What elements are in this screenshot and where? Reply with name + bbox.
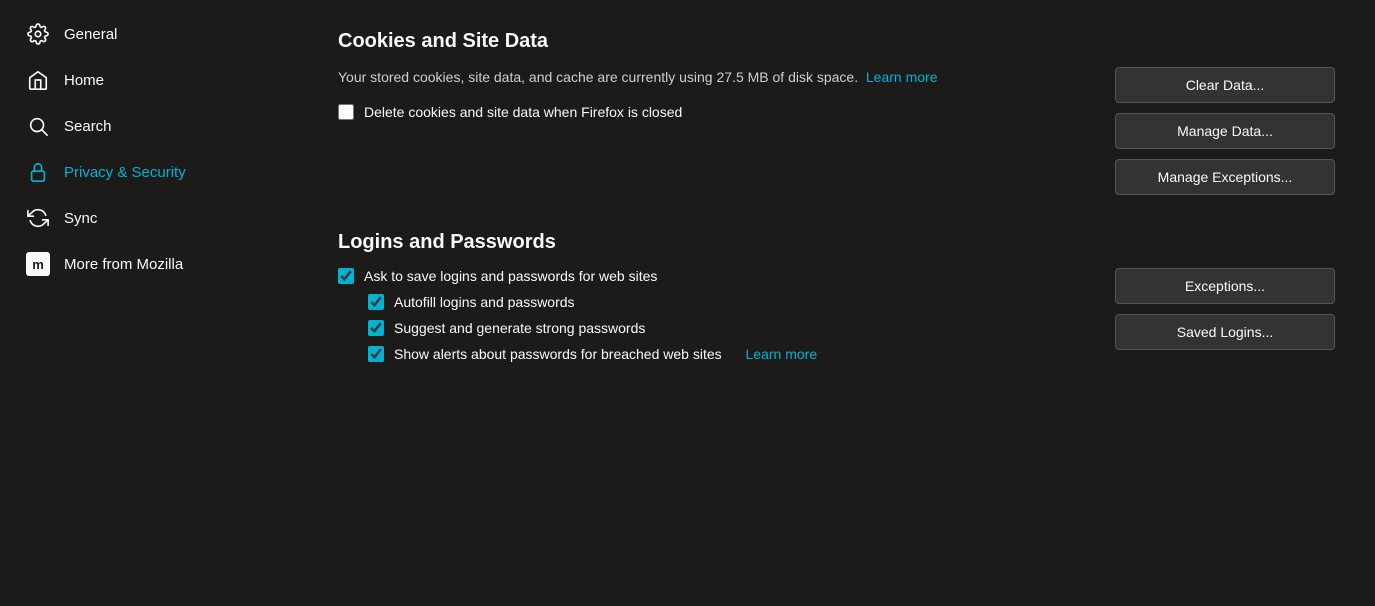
sync-icon xyxy=(26,206,50,230)
sidebar-item-home[interactable]: Home xyxy=(6,58,292,102)
manage-data-button[interactable]: Manage Data... xyxy=(1115,113,1335,149)
logins-section-row: Ask to save logins and passwords for web… xyxy=(338,268,1335,372)
delete-cookies-checkbox[interactable] xyxy=(338,104,354,120)
sidebar-item-label-privacy: Privacy & Security xyxy=(64,164,186,181)
sidebar: General Home Search Privacy & Se xyxy=(0,0,298,606)
gear-icon xyxy=(26,22,50,46)
logins-section-left: Ask to save logins and passwords for web… xyxy=(338,268,1095,372)
cookies-section: Cookies and Site Data Your stored cookie… xyxy=(338,30,1335,195)
sidebar-item-label-sync: Sync xyxy=(64,210,97,227)
cookies-section-title: Cookies and Site Data xyxy=(338,30,1335,53)
clear-data-button[interactable]: Clear Data... xyxy=(1115,67,1335,103)
delete-cookies-label[interactable]: Delete cookies and site data when Firefo… xyxy=(364,104,682,120)
alerts-row: Show alerts about passwords for breached… xyxy=(368,346,1095,362)
alerts-checkbox[interactable] xyxy=(368,346,384,362)
sidebar-item-general[interactable]: General xyxy=(6,12,292,56)
cookies-description: Your stored cookies, site data, and cach… xyxy=(338,67,1038,88)
sidebar-item-search[interactable]: Search xyxy=(6,104,292,148)
cookies-section-left: Your stored cookies, site data, and cach… xyxy=(338,67,1095,130)
delete-cookies-row: Delete cookies and site data when Firefo… xyxy=(338,104,1095,120)
sidebar-item-sync[interactable]: Sync xyxy=(6,196,292,240)
search-icon xyxy=(26,114,50,138)
suggest-label[interactable]: Suggest and generate strong passwords xyxy=(394,320,645,336)
autofill-row: Autofill logins and passwords xyxy=(368,294,1095,310)
autofill-label[interactable]: Autofill logins and passwords xyxy=(394,294,575,310)
ask-save-row: Ask to save logins and passwords for web… xyxy=(338,268,1095,284)
cookies-desc-text: Your stored cookies, site data, and cach… xyxy=(338,69,858,85)
sidebar-item-label-general: General xyxy=(64,26,117,43)
alerts-label[interactable]: Show alerts about passwords for breached… xyxy=(394,346,722,362)
saved-logins-button[interactable]: Saved Logins... xyxy=(1115,314,1335,350)
sidebar-item-privacy[interactable]: Privacy & Security xyxy=(6,150,292,194)
cookies-learn-more-link[interactable]: Learn more xyxy=(866,69,938,85)
logins-section: Logins and Passwords Ask to save logins … xyxy=(338,231,1335,372)
manage-exceptions-button[interactable]: Manage Exceptions... xyxy=(1115,159,1335,195)
exceptions-button[interactable]: Exceptions... xyxy=(1115,268,1335,304)
cookies-section-row: Your stored cookies, site data, and cach… xyxy=(338,67,1335,195)
sidebar-item-label-search: Search xyxy=(64,118,112,135)
sidebar-item-mozilla[interactable]: m More from Mozilla xyxy=(6,242,292,286)
ask-save-checkbox[interactable] xyxy=(338,268,354,284)
home-icon xyxy=(26,68,50,92)
main-content: Cookies and Site Data Your stored cookie… xyxy=(298,0,1375,606)
alerts-learn-more-link[interactable]: Learn more xyxy=(746,346,818,362)
logins-buttons: Exceptions... Saved Logins... xyxy=(1115,268,1335,350)
suggest-row: Suggest and generate strong passwords xyxy=(368,320,1095,336)
ask-save-label[interactable]: Ask to save logins and passwords for web… xyxy=(364,268,657,284)
sidebar-item-label-home: Home xyxy=(64,72,104,89)
lock-icon xyxy=(26,160,50,184)
cookies-buttons: Clear Data... Manage Data... Manage Exce… xyxy=(1115,67,1335,195)
autofill-checkbox[interactable] xyxy=(368,294,384,310)
logins-section-title: Logins and Passwords xyxy=(338,231,1335,254)
suggest-checkbox[interactable] xyxy=(368,320,384,336)
sidebar-item-label-mozilla: More from Mozilla xyxy=(64,256,183,273)
mozilla-icon: m xyxy=(26,252,50,276)
